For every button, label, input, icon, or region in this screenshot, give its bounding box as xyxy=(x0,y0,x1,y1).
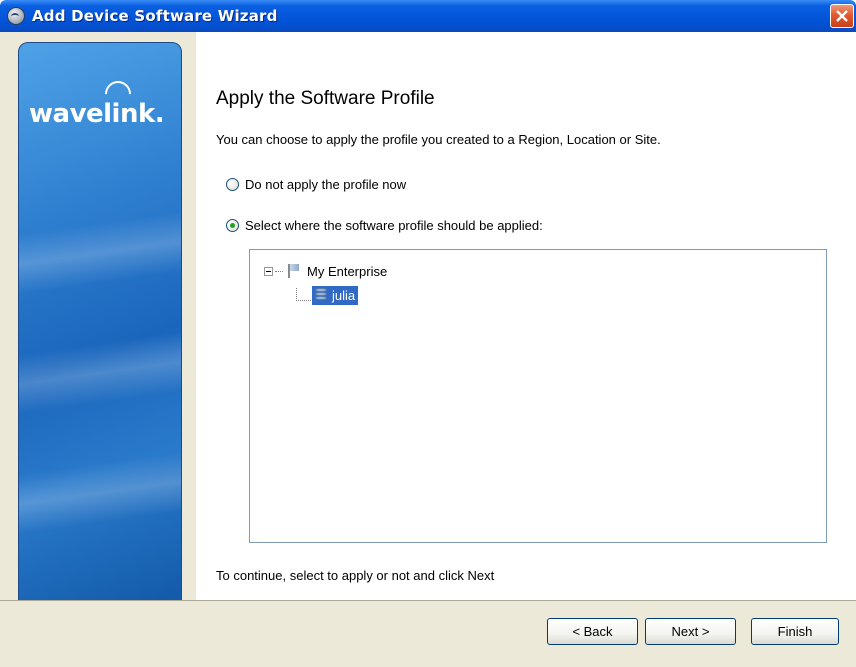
option-do-not-apply[interactable]: Do not apply the profile now xyxy=(226,177,406,192)
back-button[interactable]: < Back xyxy=(547,618,638,645)
radio-select-where[interactable] xyxy=(226,219,239,232)
database-icon xyxy=(314,288,328,303)
app-icon xyxy=(7,7,25,25)
close-button[interactable] xyxy=(830,4,854,28)
footer-instruction: To continue, select to apply or not and … xyxy=(216,568,495,583)
close-icon xyxy=(836,10,848,22)
option-select-where[interactable]: Select where the software profile should… xyxy=(226,218,543,233)
next-button[interactable]: Next > xyxy=(645,618,736,645)
wavelink-logo: wavelink. xyxy=(29,99,165,129)
page-subtitle: You can choose to apply the profile you … xyxy=(216,132,661,147)
button-bar: < Back Next > Finish xyxy=(0,600,856,667)
radio-do-not-apply[interactable] xyxy=(226,178,239,191)
tree-node-julia[interactable]: julia xyxy=(312,286,359,305)
finish-button[interactable]: Finish xyxy=(751,618,839,645)
wizard-content: Apply the Software Profile You can choos… xyxy=(196,32,856,600)
tree-node-my-enterprise[interactable]: My Enterprise xyxy=(264,263,387,279)
option-select-where-label: Select where the software profile should… xyxy=(245,218,543,233)
tree-node-julia-label: julia xyxy=(332,288,356,303)
sidebar-panel: wavelink. xyxy=(18,42,182,601)
window-title: Add Device Software Wizard xyxy=(32,7,278,25)
wizard-window: Add Device Software Wizard wavelink. App… xyxy=(0,0,856,667)
flag-icon xyxy=(285,263,301,279)
collapse-icon[interactable] xyxy=(264,266,273,276)
page-title: Apply the Software Profile xyxy=(216,88,435,109)
location-tree[interactable]: My Enterprise julia xyxy=(249,249,827,543)
title-bar[interactable]: Add Device Software Wizard xyxy=(0,0,856,32)
option-do-not-apply-label: Do not apply the profile now xyxy=(245,177,407,192)
tree-node-my-enterprise-label: My Enterprise xyxy=(307,263,388,279)
